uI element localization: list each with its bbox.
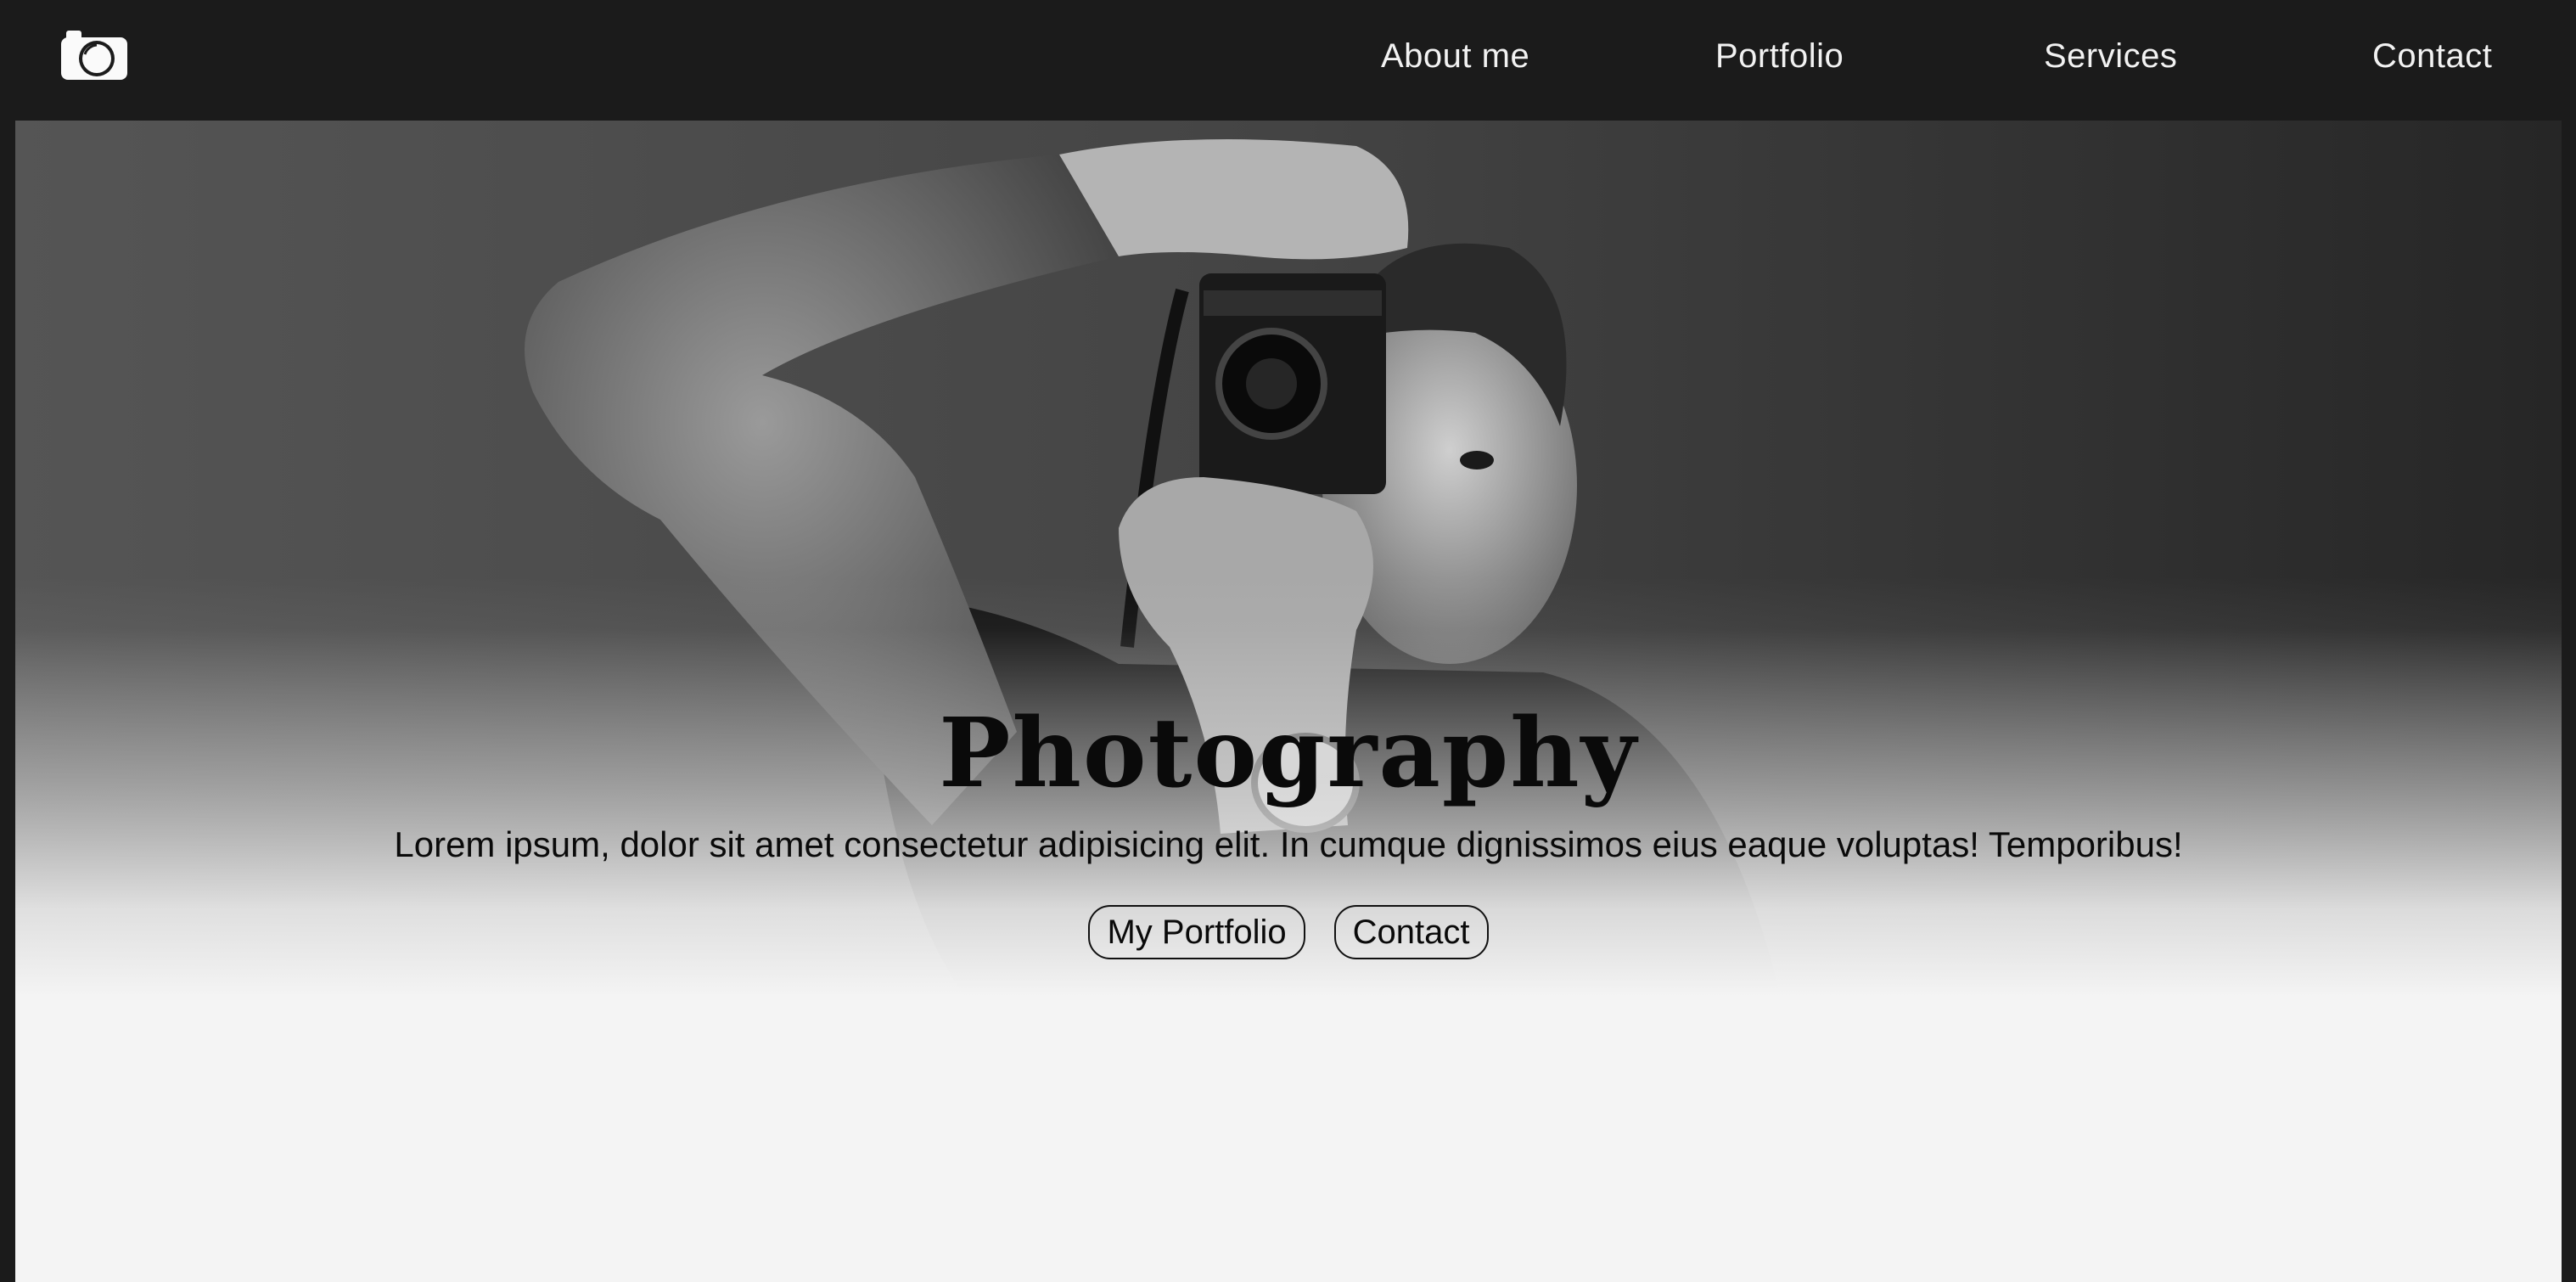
nav-link-about-me[interactable]: About me — [1381, 39, 1529, 73]
camera-icon[interactable] — [59, 29, 129, 82]
my-portfolio-button[interactable]: My Portfolio — [1088, 905, 1305, 959]
hero-buttons: My Portfolio Contact — [15, 905, 2562, 959]
hero-subtitle: Lorem ipsum, dolor sit amet consectetur … — [394, 824, 2183, 864]
hero-section: Photography Lorem ipsum, dolor sit amet … — [15, 121, 2562, 997]
nav-link-services[interactable]: Services — [2044, 39, 2177, 73]
nav-link-portfolio[interactable]: Portfolio — [1715, 39, 1844, 73]
top-navbar: About me Portfolio Services Contact — [0, 0, 2576, 121]
contact-button[interactable]: Contact — [1333, 905, 1489, 959]
photographer-hero-image — [15, 121, 2562, 997]
main-content: Photography Lorem ipsum, dolor sit amet … — [15, 121, 2562, 1282]
nav-link-contact[interactable]: Contact — [2372, 39, 2492, 73]
hero-title: Photography — [939, 698, 1638, 809]
